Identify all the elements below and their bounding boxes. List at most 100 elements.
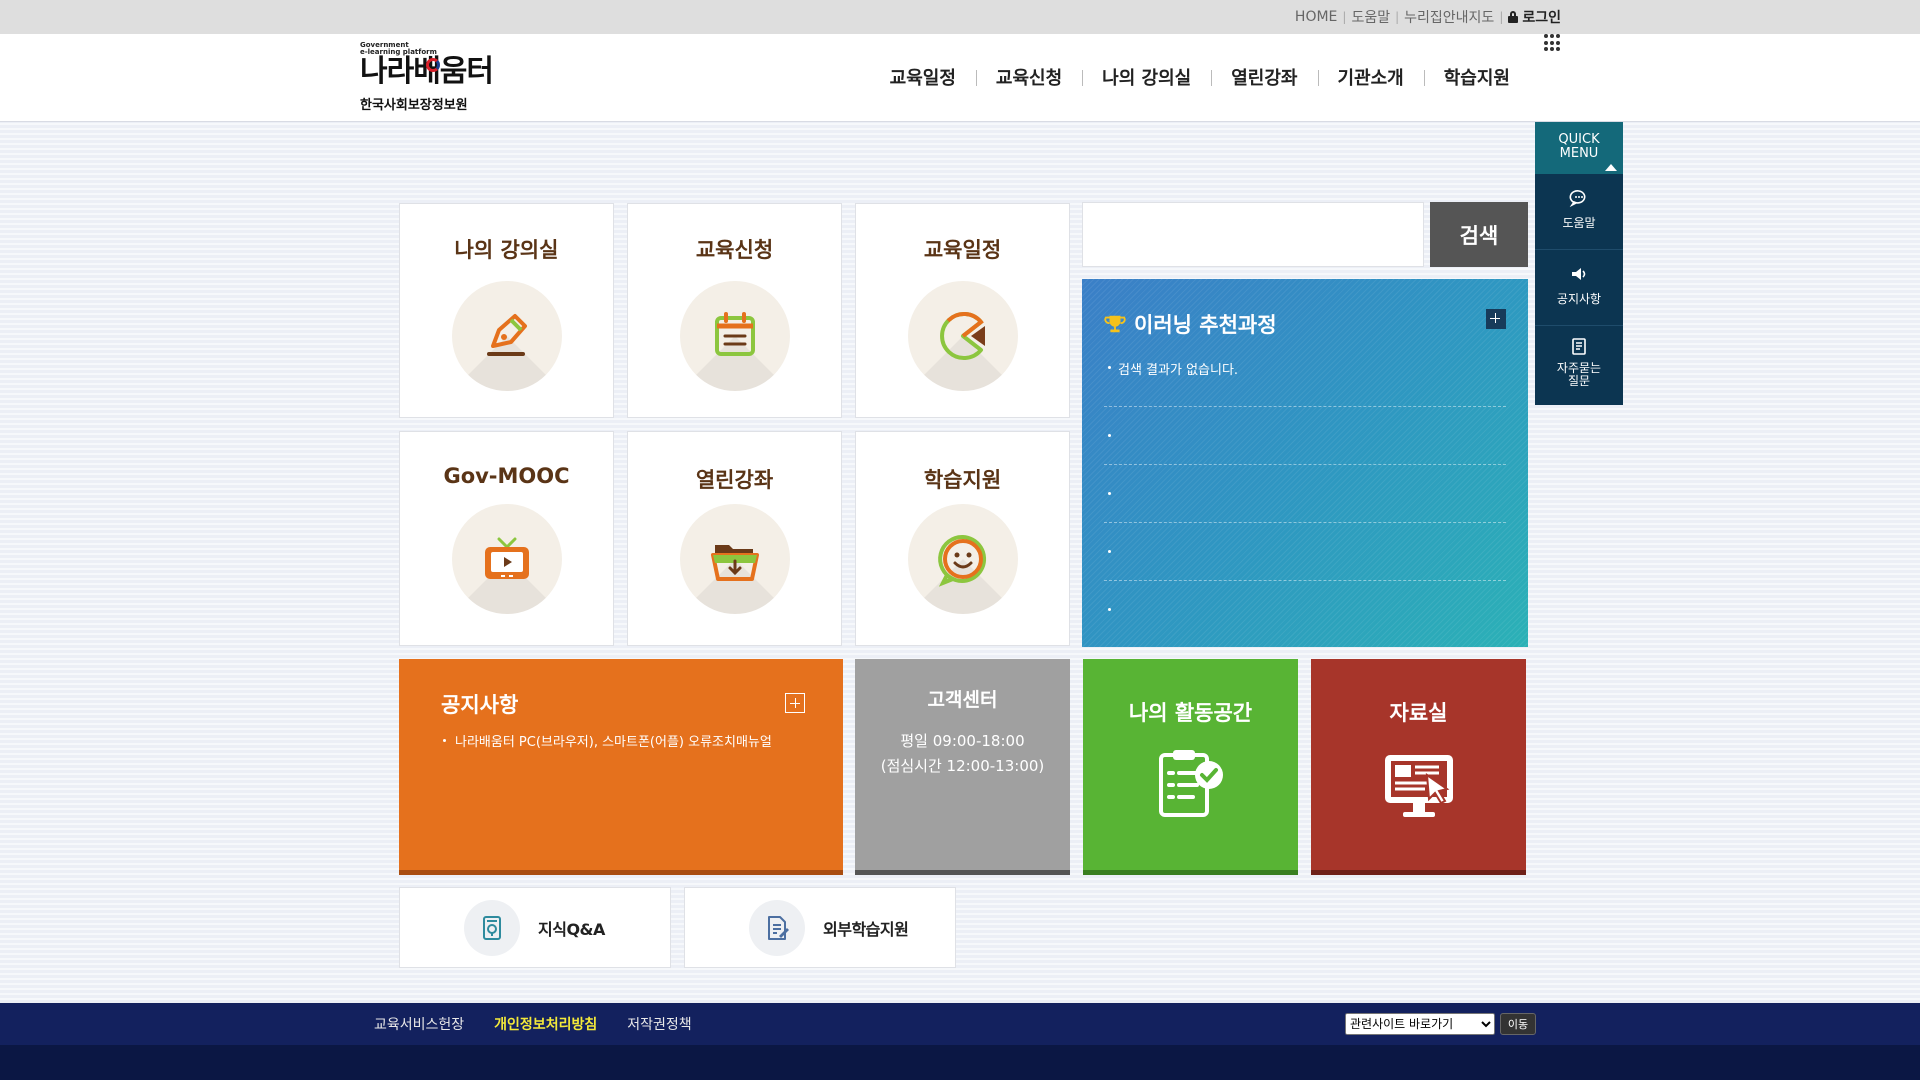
notice-item[interactable]: 나라배움터 PC(브라우저), 스마트폰(어플) 오류조치매뉴얼 (443, 731, 793, 750)
recommend-header: 이러닝 추천과정 (1104, 309, 1277, 339)
tile-title: 나의 강의실 (454, 238, 559, 262)
icon-circle (464, 899, 520, 956)
document-edit-icon (768, 915, 789, 940)
notice-more-button[interactable] (785, 693, 805, 713)
utility-links: HOME | 도움말 | 누리집안내지도 | 로그인 (1295, 0, 1561, 34)
footer-link-privacy[interactable]: 개인정보처리방침 (494, 1014, 597, 1034)
support-title: 고객센터 (927, 689, 998, 711)
lock-icon (1508, 11, 1519, 23)
site-logo[interactable]: Government e-learning platform 나라배움터 한국사… (360, 42, 510, 118)
quick-item-label: 도움말 (1562, 216, 1596, 230)
folder-download-icon (710, 545, 759, 581)
link-label: 지식Q&A (538, 919, 605, 939)
nav-item-apply[interactable]: 교육신청 (975, 64, 1082, 90)
external-learning-link[interactable]: 외부학습지원 (684, 887, 956, 968)
chat-bubble-icon (1569, 190, 1586, 208)
tile-icon-circle (907, 281, 1018, 391)
quick-item-help[interactable]: 도움말 (1535, 174, 1623, 250)
separator: | (1342, 10, 1347, 24)
search-input[interactable] (1082, 202, 1424, 267)
icon-circle (749, 899, 805, 956)
all-menu-grid-icon[interactable] (1544, 34, 1562, 52)
collapse-arrow-icon (1605, 164, 1617, 171)
footer-links-bar: 교육서비스헌장 개인정보처리방침 저작권정책 관련사이트 바로가기 이동 (0, 1003, 1920, 1045)
archive-title: 자료실 (1389, 701, 1448, 725)
notice-panel: 공지사항 나라배움터 PC(브라우저), 스마트폰(어플) 오류조치매뉴얼 (399, 659, 843, 875)
tile-title: 열린강좌 (695, 468, 774, 492)
qa-book-icon (483, 915, 501, 940)
sitemap-link[interactable]: 누리집안내지도 (1404, 7, 1494, 27)
quick-menu-header[interactable]: QUICK MENU (1535, 122, 1623, 174)
link-label: 외부학습지원 (823, 919, 909, 939)
list-item[interactable] (1104, 465, 1506, 523)
nav-item-about[interactable]: 기관소개 (1317, 64, 1424, 90)
list-item[interactable] (1104, 581, 1506, 639)
separator: | (1499, 10, 1504, 24)
activity-title: 나의 활동공간 (1128, 701, 1253, 725)
tile-title: 학습지원 (923, 468, 1002, 492)
help-link[interactable]: 도움말 (1351, 7, 1390, 27)
trophy-icon (1104, 315, 1126, 333)
utility-bar: HOME | 도움말 | 누리집안내지도 | 로그인 (0, 0, 1920, 34)
search-button[interactable]: 검색 (1430, 202, 1528, 267)
main-nav: 교육일정 교육신청 나의 강의실 열린강좌 기관소개 학습지원 (870, 64, 1530, 90)
tile-apply[interactable]: 교육신청 (627, 203, 842, 418)
calendar-icon (714, 312, 755, 356)
tile-title: 교육신청 (695, 238, 774, 262)
quick-menu: QUICK MENU 도움말 공지사항 자주묻는 질문 (1535, 122, 1623, 405)
recommend-title: 이러닝 추천과정 (1134, 313, 1277, 337)
pen-icon (486, 314, 527, 356)
recommend-panel: 이러닝 추천과정 검색 결과가 없습니다. (1082, 279, 1528, 647)
tile-schedule[interactable]: 교육일정 (855, 203, 1070, 418)
quick-item-label: 공지사항 (1556, 292, 1602, 306)
tile-open-course[interactable]: 열린강좌 (627, 431, 842, 646)
recommend-more-button[interactable] (1486, 309, 1506, 329)
tile-learning-support[interactable]: 학습지원 (855, 431, 1070, 646)
footer-bottom (0, 1045, 1920, 1080)
tile-icon-circle (679, 281, 790, 391)
tile-icon-circle (679, 504, 790, 614)
nav-item-my-classroom[interactable]: 나의 강의실 (1082, 64, 1211, 90)
customer-center-panel: 고객센터 평일 09:00-18:00 (점심시간 12:00-13:00) (855, 659, 1070, 875)
login-label: 로그인 (1522, 10, 1561, 26)
notice-title: 공지사항 (441, 693, 519, 717)
tile-gov-mooc[interactable]: Gov-MOOC (399, 431, 614, 646)
tile-title: Gov-MOOC (443, 464, 570, 488)
faq-document-icon (1572, 338, 1586, 355)
nav-item-schedule[interactable]: 교육일정 (870, 64, 976, 90)
quick-head-line1: QUICK (1558, 132, 1600, 147)
quick-head-line2: MENU (1559, 146, 1599, 161)
support-hours: 평일 09:00-18:00 (900, 732, 1025, 750)
list-item[interactable] (1104, 523, 1506, 581)
quick-item-notice[interactable]: 공지사항 (1535, 250, 1623, 326)
recommend-list: 검색 결과가 없습니다. (1104, 349, 1506, 639)
footer-link-service-charter[interactable]: 교육서비스헌장 (374, 1014, 464, 1034)
smile-icon (937, 534, 986, 587)
logo-mark-icon (426, 58, 440, 72)
pie-chart-icon (939, 312, 985, 360)
related-sites-select[interactable]: 관련사이트 바로가기 (1345, 1013, 1495, 1035)
my-activity-tile[interactable]: 나의 활동공간 (1083, 659, 1298, 875)
monitor-cursor-icon (1384, 755, 1453, 817)
tile-icon-circle (907, 504, 1018, 614)
tile-icon-circle (451, 281, 562, 391)
speaker-icon (1572, 268, 1586, 280)
login-link[interactable]: 로그인 (1508, 7, 1561, 27)
archive-tile[interactable]: 자료실 (1311, 659, 1526, 875)
go-button[interactable]: 이동 (1500, 1013, 1536, 1035)
quick-item-faq[interactable]: 자주묻는 질문 (1535, 326, 1623, 402)
support-lunch: (점심시간 12:00-13:00) (880, 757, 1045, 775)
nav-item-open-course[interactable]: 열린강좌 (1211, 64, 1317, 90)
nav-item-support[interactable]: 학습지원 (1423, 64, 1530, 90)
list-item[interactable] (1104, 407, 1506, 465)
quick-item-label: 질문 (1567, 374, 1591, 388)
footer-link-copyright[interactable]: 저작권정책 (627, 1014, 691, 1034)
clipboard-check-icon (1158, 750, 1223, 817)
header: Government e-learning platform 나라배움터 한국사… (0, 34, 1920, 122)
list-item[interactable]: 검색 결과가 없습니다. (1104, 349, 1506, 407)
tv-play-icon (484, 537, 529, 579)
knowledge-qa-link[interactable]: 지식Q&A (399, 887, 671, 968)
footer-links: 교육서비스헌장 개인정보처리방침 저작권정책 (374, 1003, 692, 1045)
tile-my-classroom[interactable]: 나의 강의실 (399, 203, 614, 418)
home-link[interactable]: HOME (1295, 9, 1337, 25)
